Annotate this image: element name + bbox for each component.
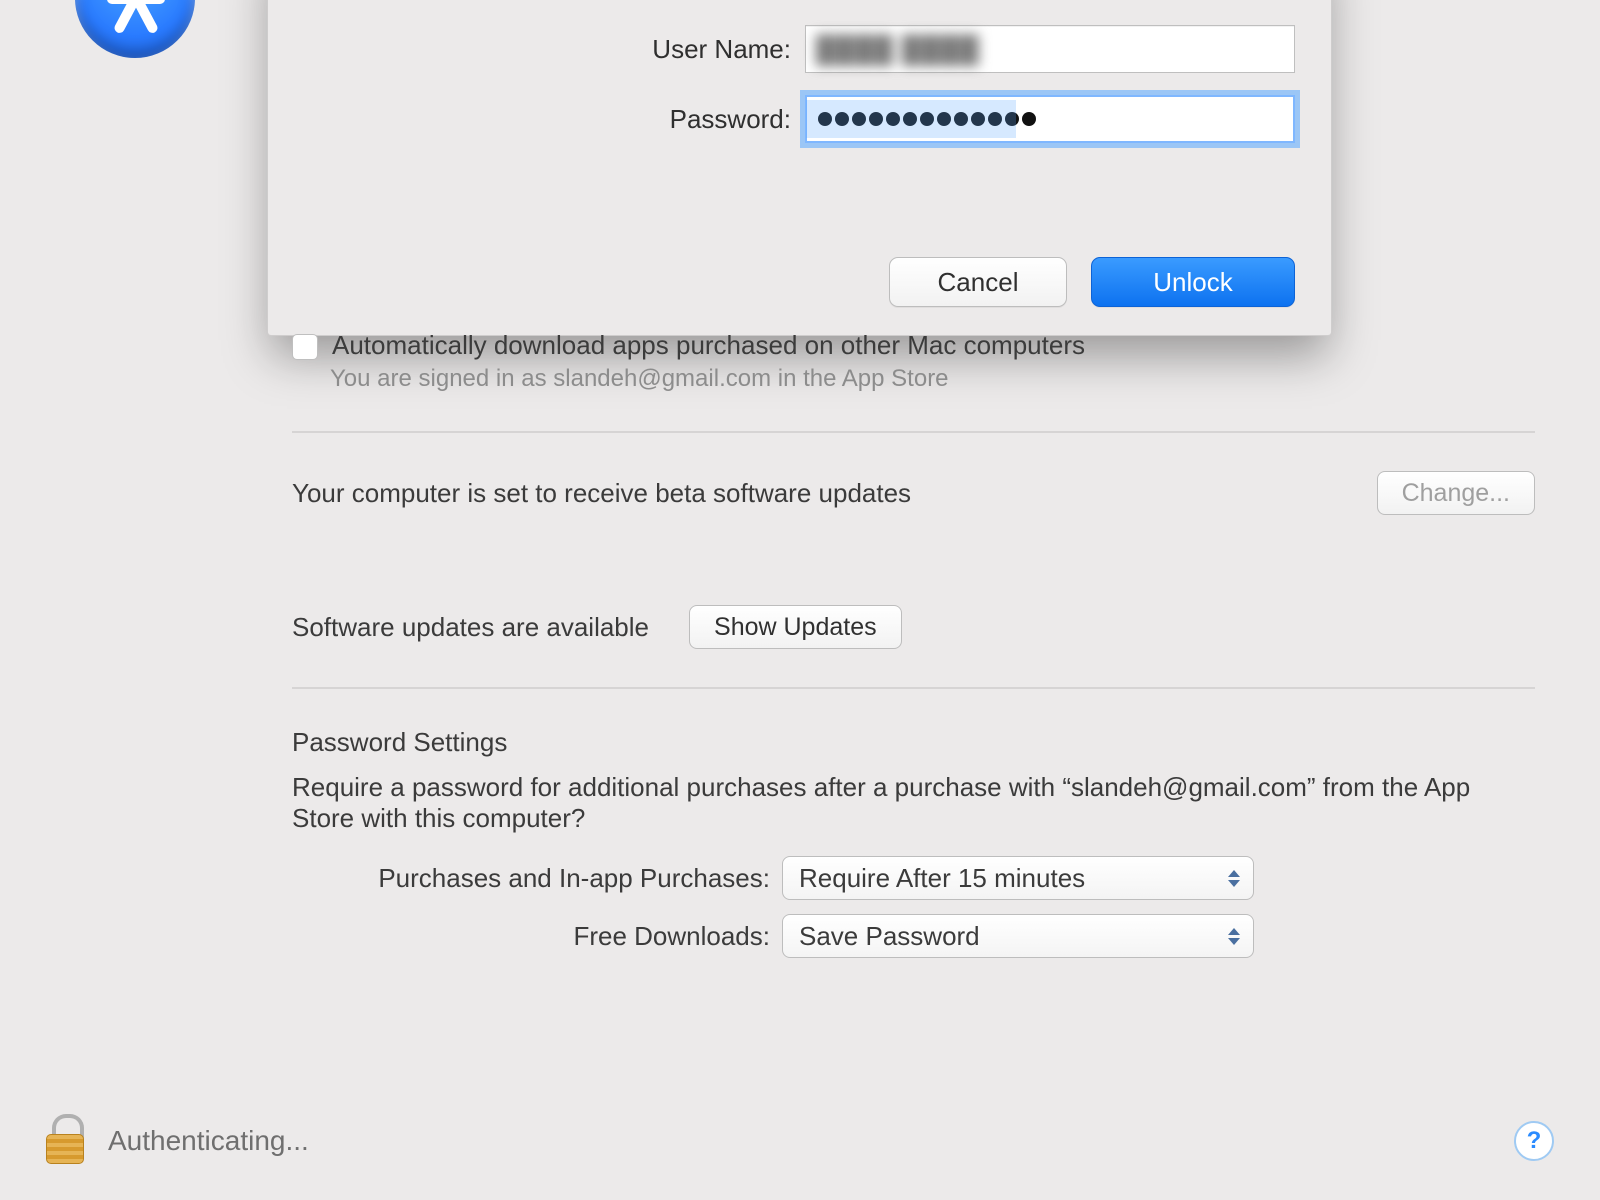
beta-updates-text: Your computer is set to receive beta sof… bbox=[292, 478, 911, 509]
divider bbox=[292, 431, 1535, 433]
show-updates-button[interactable]: Show Updates bbox=[689, 605, 902, 649]
cancel-button[interactable]: Cancel bbox=[889, 257, 1067, 307]
password-field[interactable] bbox=[805, 95, 1295, 143]
username-field[interactable]: ████ ████ bbox=[805, 25, 1295, 73]
lock-icon[interactable] bbox=[46, 1120, 82, 1162]
footer: Authenticating... ? bbox=[46, 1120, 1554, 1162]
auth-sheet: Enter your password to allow this. User … bbox=[267, 0, 1332, 336]
auto-download-row: Automatically download apps purchased on… bbox=[292, 330, 1535, 361]
purchases-select[interactable]: Require After 15 minutes bbox=[782, 856, 1254, 900]
password-value bbox=[816, 112, 1036, 126]
help-button[interactable]: ? bbox=[1514, 1121, 1554, 1161]
chevron-updown-icon bbox=[1225, 922, 1243, 950]
free-downloads-value: Save Password bbox=[799, 921, 980, 952]
free-downloads-label: Free Downloads: bbox=[292, 921, 770, 952]
app-store-icon bbox=[75, 0, 195, 58]
signed-in-text: You are signed in as slandeh@gmail.com i… bbox=[330, 365, 1535, 393]
unlock-button[interactable]: Unlock bbox=[1091, 257, 1295, 307]
auto-download-checkbox[interactable] bbox=[292, 334, 318, 360]
updates-available-text: Software updates are available bbox=[292, 612, 649, 643]
change-button[interactable]: Change... bbox=[1377, 471, 1535, 515]
username-value: ████ ████ bbox=[816, 34, 980, 65]
password-label: Password: bbox=[461, 104, 791, 135]
purchases-label: Purchases and In-app Purchases: bbox=[292, 863, 770, 894]
divider bbox=[292, 687, 1535, 689]
preferences-content: Automatically download apps purchased on… bbox=[292, 330, 1535, 958]
auto-download-label: Automatically download apps purchased on… bbox=[332, 330, 1085, 361]
password-settings-desc: Require a password for additional purcha… bbox=[292, 772, 1535, 834]
password-settings-title: Password Settings bbox=[292, 727, 1535, 758]
free-downloads-select[interactable]: Save Password bbox=[782, 914, 1254, 958]
purchases-value: Require After 15 minutes bbox=[799, 863, 1085, 894]
chevron-updown-icon bbox=[1225, 864, 1243, 892]
auth-status-text: Authenticating... bbox=[108, 1125, 309, 1157]
username-label: User Name: bbox=[461, 34, 791, 65]
